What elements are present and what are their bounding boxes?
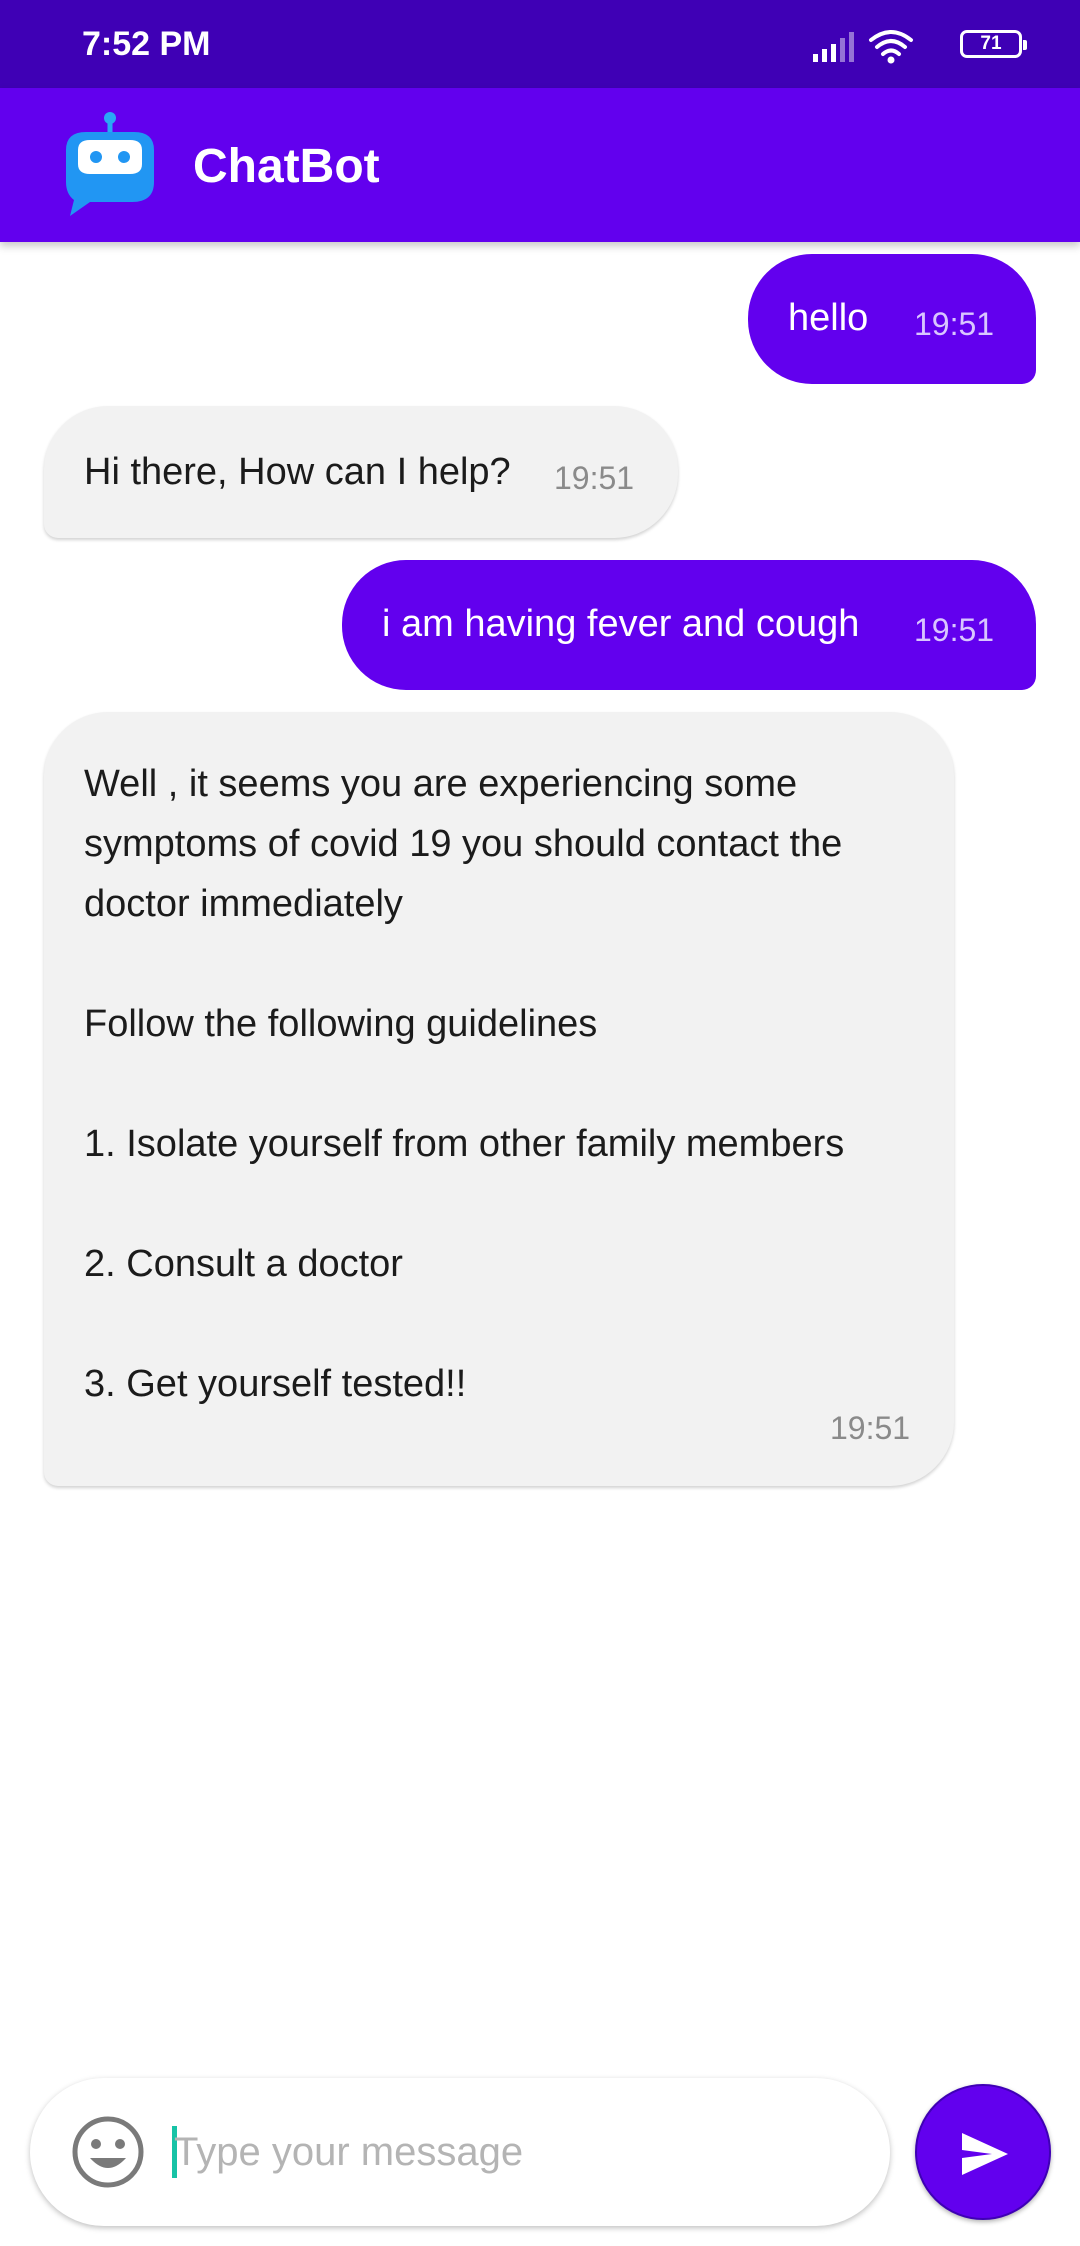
message-text: Well , it seems you are experiencing som… [84,763,845,1405]
message-text: hello [788,297,869,339]
wifi-icon [869,30,913,64]
status-bar: 7:52 PM 71 [0,0,1080,88]
status-icons: 71 [812,28,1027,64]
status-time: 7:52 PM [82,25,211,63]
battery-icon: 71 [960,30,1027,58]
message-time: 19:51 [830,1410,911,1446]
message-text: i am having fever and cough [382,603,860,645]
emoji-icon[interactable] [70,2114,146,2190]
app-title: ChatBot [193,140,380,193]
message-time: 19:51 [914,306,995,342]
message-text: Hi there, How can I help? [84,451,511,493]
message-time: 19:51 [914,612,995,648]
message-bubble-bot: Hi there, How can I help? 19:51 [44,406,678,538]
send-icon [962,2133,1008,2175]
message-bubble-user: hello 19:51 [748,254,1036,384]
message-input[interactable] [174,2108,854,2196]
message-composer [30,2078,890,2226]
message-bubble-user: i am having fever and cough 19:51 [342,560,1036,690]
message-time: 19:51 [554,460,635,496]
battery-level: 71 [980,33,1002,54]
send-button[interactable] [915,2084,1051,2220]
robot-chat-icon [66,112,154,216]
message-bubble-bot: Well , it seems you are experiencing som… [44,712,954,1486]
app-bar: ChatBot [0,88,1080,242]
signal-icon [813,32,854,62]
